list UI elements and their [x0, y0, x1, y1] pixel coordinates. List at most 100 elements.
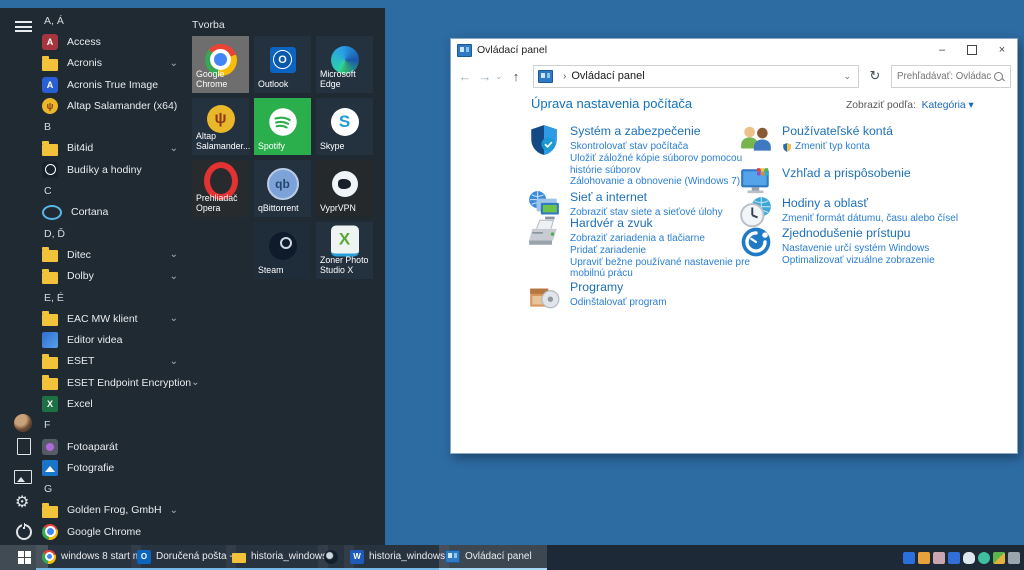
search-input[interactable]	[892, 71, 994, 82]
tile-altap-salamander[interactable]: ψ Altap Salamander...	[192, 98, 249, 155]
app-list-item-excel[interactable]: XExcel	[40, 393, 188, 414]
printer-icon[interactable]	[527, 215, 561, 249]
chevron-down-icon: ⌄	[170, 58, 178, 69]
folder-icon	[42, 250, 58, 262]
app-list-item-ditec[interactable]: Ditec⌄	[40, 244, 188, 265]
security-shield-icon[interactable]	[527, 123, 561, 157]
category-title[interactable]: Programy	[570, 280, 667, 294]
tile-group-label[interactable]: Tvorba	[192, 19, 225, 31]
tile-vyprvpn[interactable]: VyprVPN	[316, 160, 373, 217]
folder-icon	[42, 314, 58, 326]
tile-zoner-photo-studio[interactable]: X Zoner Photo Studio X	[316, 222, 373, 279]
forward-icon[interactable]: →	[475, 69, 495, 84]
user-accounts-icon[interactable]	[739, 123, 773, 157]
desktop[interactable]: ⚙ A, Á AAccess Acronis⌄ AAcronis True Im…	[0, 0, 1024, 570]
alarm-orange-tray-icon[interactable]	[918, 552, 930, 564]
defender-shield-icon[interactable]	[993, 552, 1005, 564]
app-list-section-header[interactable]: E, É	[40, 287, 188, 308]
tile-microsoft-edge[interactable]: Microsoft Edge	[316, 36, 373, 93]
taskbar-button-chrome[interactable]: windows 8 start me...	[36, 545, 141, 570]
category-title[interactable]: Vzhľad a prispôsobenie	[782, 166, 911, 180]
tile-steam[interactable]: Steam	[254, 222, 311, 279]
input-indicator-icon[interactable]	[1008, 552, 1020, 564]
app-list-item-google-chrome[interactable]: Google Chrome	[40, 521, 188, 542]
category-link[interactable]: Nastavenie určí systém Windows	[782, 243, 935, 255]
app-list-item-access[interactable]: AAccess	[40, 31, 188, 52]
section-letter: C	[40, 185, 52, 197]
programs-icon[interactable]	[527, 279, 561, 313]
onedrive-cloud-icon[interactable]	[963, 552, 975, 564]
category-link[interactable]: Optimalizovať vizuálne zobrazenie	[782, 255, 935, 267]
hamburger-menu-icon[interactable]	[15, 21, 32, 32]
tile-qbittorrent[interactable]: qb qBittorrent	[254, 160, 311, 217]
history-chevron-icon[interactable]: ⌄	[495, 71, 505, 82]
app-list-item-eset[interactable]: ESET⌄	[40, 351, 188, 372]
settings-gear-icon[interactable]: ⚙	[15, 495, 33, 513]
breadcrumb[interactable]: Ovládací panel	[571, 70, 840, 82]
app-list-item-bit4id[interactable]: Bit4id⌄	[40, 138, 188, 159]
app-list-section-header[interactable]: C	[40, 180, 188, 201]
outlook-tray-icon[interactable]	[903, 552, 915, 564]
tile-google-chrome[interactable]: Google Chrome	[192, 36, 249, 93]
app-list-item-budiky-a-hodiny[interactable]: Budíky a hodiny	[40, 159, 188, 180]
view-by-value[interactable]: Kategória ▾	[919, 100, 974, 111]
taskbar-button-control-panel[interactable]: Ovládací panel	[439, 545, 547, 570]
clock-region-icon[interactable]	[739, 195, 773, 229]
search-icon[interactable]	[994, 72, 1003, 81]
app-list-item-eset-endpoint-encryption[interactable]: ESET Endpoint Encryption⌄	[40, 372, 188, 393]
app-list-section-header[interactable]: F	[40, 415, 188, 436]
tile-spotify[interactable]: Spotify	[254, 98, 311, 155]
category-link[interactable]: Zmeniť typ konta	[782, 141, 893, 153]
tile-opera[interactable]: Prehliadač Opera	[192, 160, 249, 217]
photos-tray-icon[interactable]	[933, 552, 945, 564]
address-bar[interactable]: › Ovládací panel ⌄	[533, 65, 859, 88]
category-link[interactable]: Zmeniť formát dátumu, času alebo čísel	[782, 213, 958, 225]
app-list-item-dolby[interactable]: Dolby⌄	[40, 266, 188, 287]
close-button[interactable]: ×	[987, 39, 1017, 61]
app-list-item-editor-videa[interactable]: Editor videa	[40, 329, 188, 350]
category-title[interactable]: Používateľské kontá	[782, 124, 893, 138]
ease-of-access-icon[interactable]	[739, 225, 773, 259]
maximize-button[interactable]	[957, 39, 987, 61]
app-list-item-acronis[interactable]: Acronis⌄	[40, 53, 188, 74]
power-icon[interactable]	[16, 524, 32, 540]
user-avatar[interactable]	[14, 414, 32, 432]
app-label: Fotografie	[67, 462, 188, 474]
category-title[interactable]: Sieť a internet	[570, 190, 723, 204]
category-title[interactable]: Hodiny a oblasť	[782, 196, 958, 210]
taskbar-button-outlook[interactable]: O Doručená pošta - ...	[131, 545, 236, 570]
pictures-icon[interactable]	[14, 470, 32, 484]
app-list-item-cortana[interactable]: Cortana	[40, 202, 188, 223]
app-list-section-header[interactable]: D, Ď	[40, 223, 188, 244]
section-letter: G	[40, 483, 52, 495]
tile-outlook[interactable]: Outlook	[254, 36, 311, 93]
refresh-icon[interactable]: ↻	[863, 68, 887, 84]
eset-tray-icon[interactable]	[978, 552, 990, 564]
folder-icon	[42, 272, 58, 284]
category-system-security: Systém a zabezpečenie Skontrolovať stav …	[527, 123, 772, 188]
app-list-item-fotoaparat[interactable]: Fotoaparát	[40, 436, 188, 457]
tile-skype[interactable]: S Skype	[316, 98, 373, 155]
documents-icon[interactable]	[17, 438, 31, 455]
taskbar-button-folder[interactable]: historia_windows	[226, 545, 328, 570]
up-icon[interactable]: ↑	[505, 69, 527, 84]
title-bar[interactable]: Ovládací panel – ×	[451, 39, 1017, 61]
app-list-section-header[interactable]: B	[40, 116, 188, 137]
app-list-item-altap-salamander[interactable]: ψAltap Salamander (x64)	[40, 95, 188, 116]
appearance-icon[interactable]	[739, 165, 773, 199]
app-label: ESET Endpoint Encryption	[67, 377, 191, 389]
app-list-item-eac-mw-klient[interactable]: EAC MW klient⌄	[40, 308, 188, 329]
breadcrumb-separator: ›	[563, 71, 566, 82]
app-list-item-golden-frog[interactable]: Golden Frog, GmbH⌄	[40, 500, 188, 521]
acronis-tray-icon[interactable]	[948, 552, 960, 564]
category-title[interactable]: Zjednodušenie prístupu	[782, 226, 935, 240]
app-list-section-header[interactable]: A, Á	[40, 10, 188, 31]
app-list-item-acronis-true-image[interactable]: AAcronis True Image	[40, 74, 188, 95]
category-link[interactable]: Odinštalovať program	[570, 297, 667, 309]
app-list-item-fotografie[interactable]: Fotografie	[40, 457, 188, 478]
minimize-button[interactable]: –	[927, 39, 957, 61]
address-dropdown-icon[interactable]: ⌄	[840, 71, 854, 82]
back-icon[interactable]: ←	[455, 69, 475, 84]
taskbar-button-word[interactable]: W historia_windows - ...	[344, 545, 449, 570]
app-list-section-header[interactable]: G	[40, 479, 188, 500]
